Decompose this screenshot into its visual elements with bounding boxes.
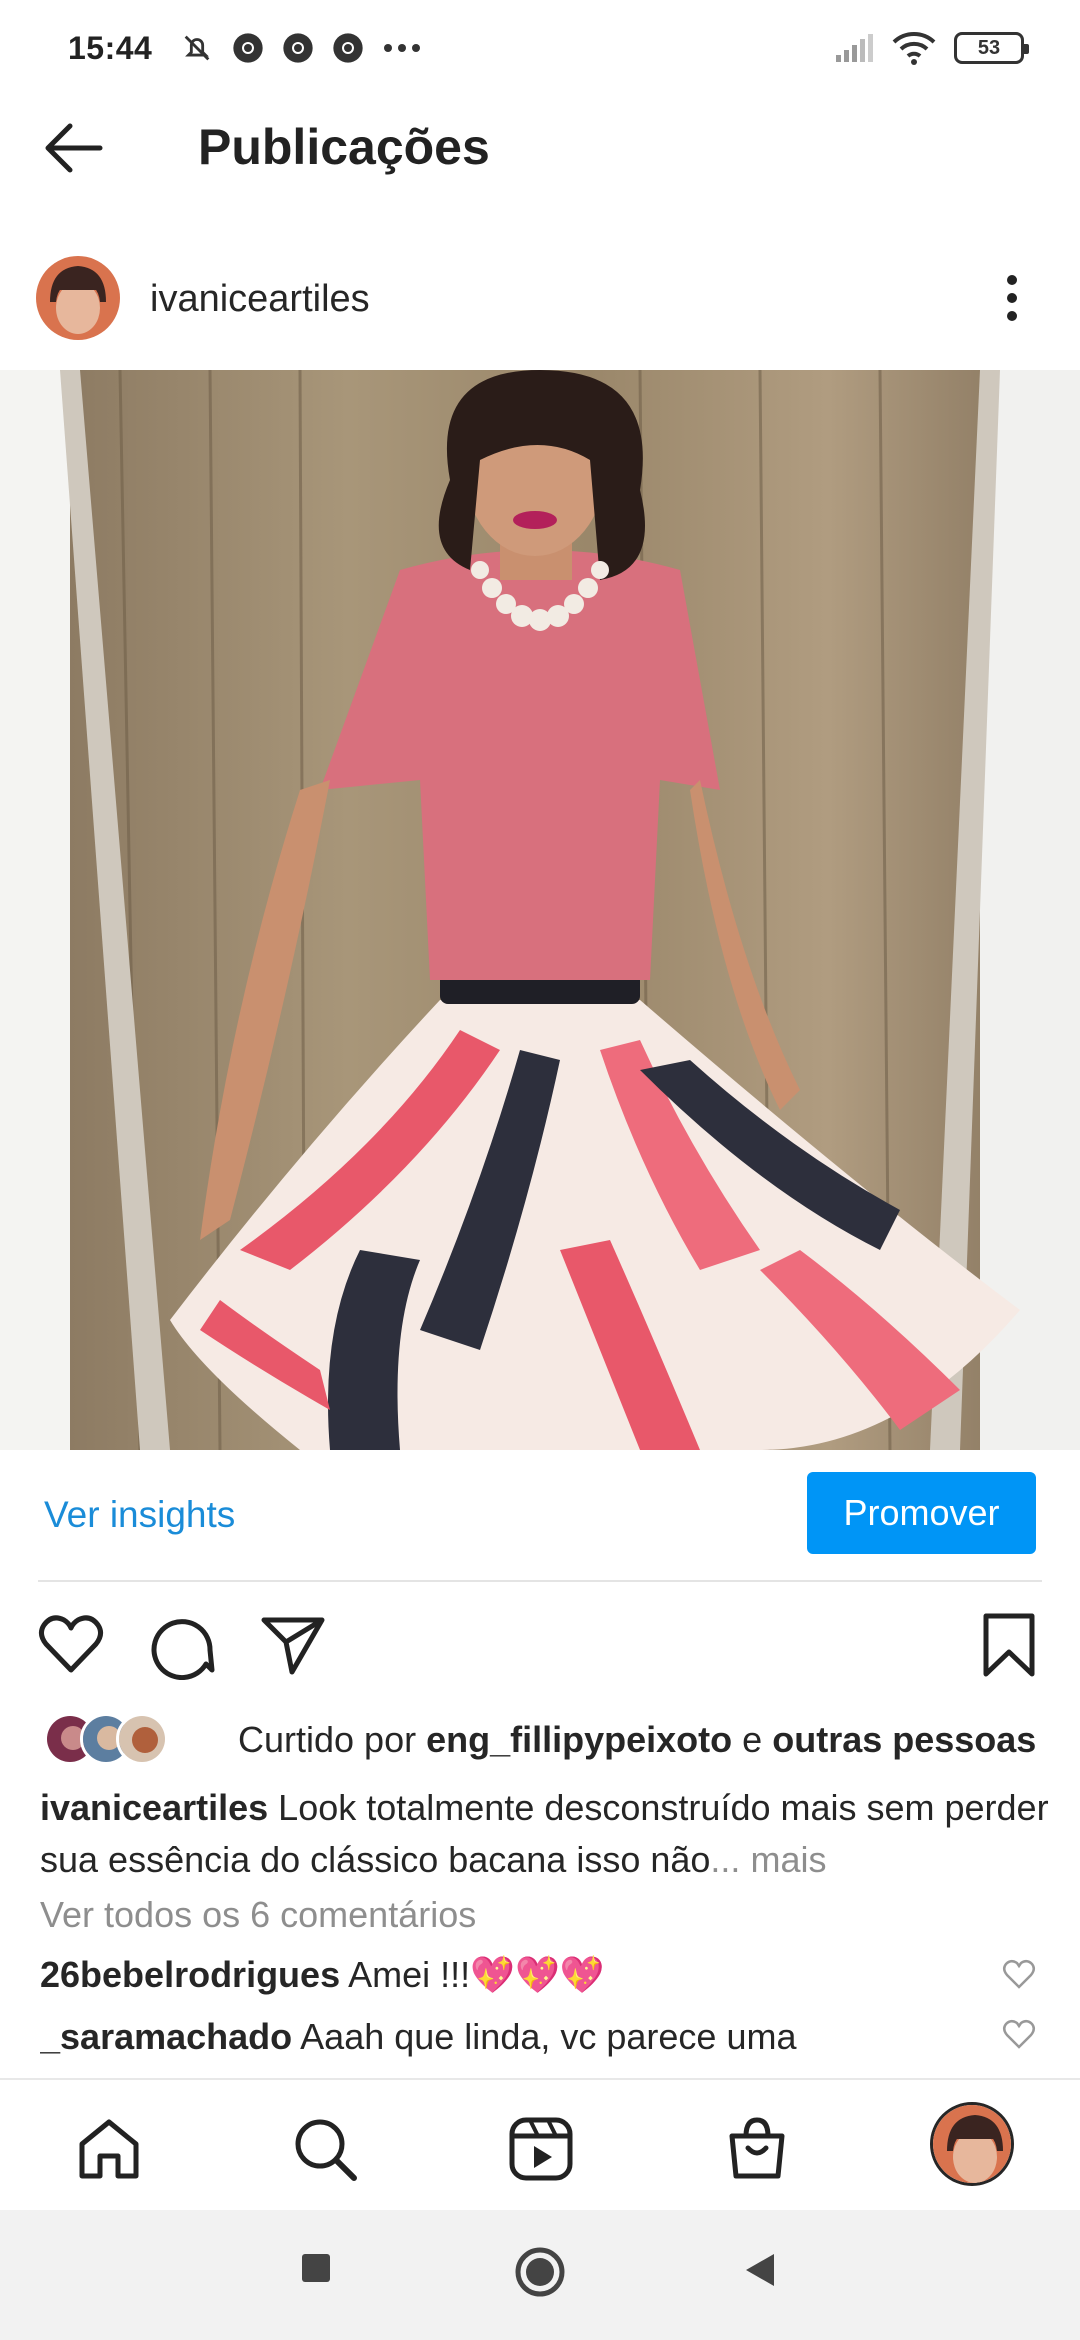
comment-heart-icon[interactable] (1002, 1958, 1036, 1990)
heart-icon[interactable] (36, 1610, 106, 1680)
shop-icon[interactable] (722, 2114, 792, 2184)
chrome-icon (283, 33, 314, 63)
status-system-icons: 53 (834, 31, 1029, 65)
user-avatar[interactable] (36, 256, 120, 340)
bottom-navigation (0, 2078, 1080, 2210)
status-notification-icons (180, 31, 422, 65)
liker-username[interactable]: eng_fillipypeixoto (426, 1719, 732, 1760)
comment-heart-icon[interactable] (1002, 2018, 1036, 2050)
post-username[interactable]: ivaniceartiles (150, 278, 370, 321)
caption-username[interactable]: ivaniceartiles (40, 1787, 268, 1828)
comment-username[interactable]: _saramachado (40, 2016, 292, 2057)
chrome-icon (233, 33, 264, 63)
promote-button[interactable]: Promover (807, 1472, 1036, 1554)
comment-item: 26bebelrodrigues Amei !!!💖💖💖 (40, 1954, 1000, 1996)
comment-text: Aaah que linda, vc parece uma (300, 2016, 797, 2057)
top-app-bar: Publicações (0, 96, 1080, 200)
wifi-icon (892, 32, 936, 65)
comment-text: Amei !!!💖💖💖 (348, 1954, 605, 1995)
back-triangle-icon[interactable] (742, 2252, 778, 2288)
others-link[interactable]: outras pessoas (772, 1719, 1036, 1760)
status-bar: 15:44 53 (0, 0, 1080, 96)
battery-icon: 53 (954, 32, 1029, 64)
profile-avatar[interactable] (930, 2102, 1014, 2186)
likes-text: Curtido por eng_fillipypeixoto e outras … (238, 1719, 1037, 1760)
post-photo[interactable] (0, 370, 1080, 1450)
likes-row[interactable]: Curtido por eng_fillipypeixoto e outras … (44, 1710, 1054, 1770)
comment-username[interactable]: 26bebelrodrigues (40, 1954, 340, 1995)
status-time: 15:44 (68, 29, 153, 66)
share-icon[interactable] (258, 1610, 328, 1680)
divider (38, 1580, 1042, 1582)
more-dots-icon (384, 44, 421, 52)
home-circle-icon[interactable] (514, 2246, 566, 2298)
search-icon[interactable] (290, 2114, 360, 2184)
liker-avatars (44, 1713, 194, 1767)
bookmark-icon[interactable] (974, 1610, 1044, 1680)
comment-item: _saramachado Aaah que linda, vc parece u… (40, 2016, 1000, 2076)
chrome-icon (333, 33, 364, 63)
mute-bell-icon (185, 35, 210, 61)
system-navigation-bar (0, 2210, 1080, 2340)
signal-icon (836, 34, 873, 62)
comment-icon[interactable] (148, 1610, 218, 1680)
liker-avatar (116, 1713, 168, 1765)
ver-insights-link[interactable]: Ver insights (44, 1494, 235, 1536)
post-header: ivaniceartiles (0, 252, 1080, 362)
caption-more-link[interactable]: mais (750, 1839, 826, 1880)
recents-square-icon[interactable] (300, 2252, 332, 2284)
home-icon[interactable] (74, 2114, 144, 2184)
back-arrow-icon[interactable] (40, 118, 110, 178)
view-all-comments-link[interactable]: Ver todos os 6 comentários (40, 1894, 476, 1936)
post-actions (0, 1610, 1080, 1690)
reels-icon[interactable] (506, 2114, 576, 2184)
battery-level: 53 (977, 36, 1001, 59)
vertical-dots-icon[interactable] (1000, 272, 1024, 324)
insights-bar: Ver insights Promover (0, 1470, 1080, 1562)
post-caption: ivaniceartiles Look totalmente desconstr… (40, 1787, 1049, 1880)
page-title: Publicações (198, 119, 490, 175)
